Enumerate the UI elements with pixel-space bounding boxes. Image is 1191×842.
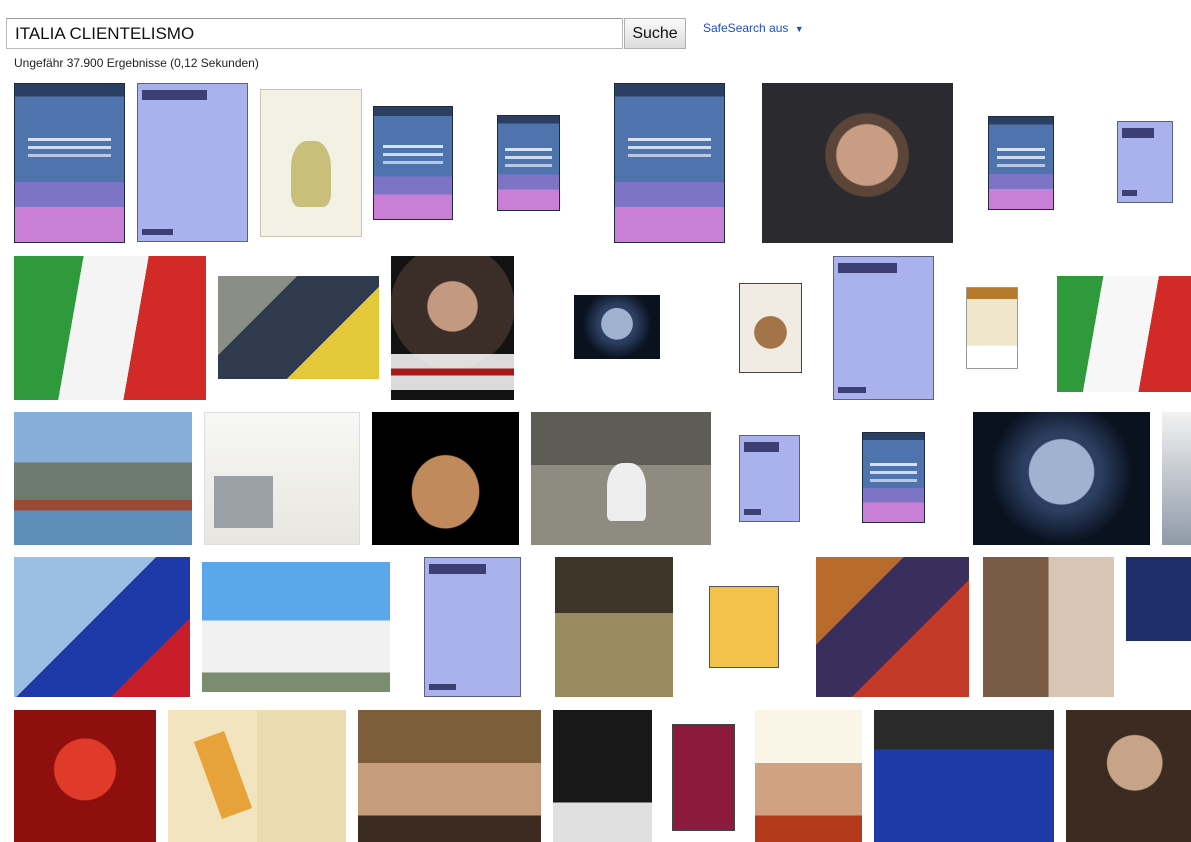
- image-result[interactable]: [202, 562, 390, 692]
- image-result[interactable]: [614, 83, 725, 243]
- image-result[interactable]: [709, 586, 779, 668]
- image-result[interactable]: [973, 412, 1150, 545]
- image-result[interactable]: [391, 256, 514, 400]
- image-result[interactable]: [983, 557, 1114, 697]
- image-result[interactable]: [1117, 121, 1173, 203]
- image-result[interactable]: [672, 724, 735, 831]
- image-result[interactable]: [14, 256, 206, 400]
- result-stats: Ungefähr 37.900 Ergebnisse (0,12 Sekunde…: [14, 56, 259, 70]
- safesearch-toggle[interactable]: SafeSearch aus ▼: [703, 21, 804, 35]
- image-result[interactable]: [553, 710, 652, 842]
- image-result[interactable]: [168, 710, 346, 842]
- image-result[interactable]: [14, 412, 192, 545]
- chevron-down-icon: ▼: [794, 24, 804, 34]
- image-result[interactable]: [137, 83, 248, 242]
- image-result[interactable]: [1162, 412, 1191, 545]
- image-result[interactable]: [531, 412, 711, 545]
- image-result[interactable]: [204, 412, 360, 545]
- safesearch-label: SafeSearch aus: [703, 21, 789, 35]
- image-result[interactable]: [739, 283, 802, 373]
- image-result[interactable]: [1066, 710, 1191, 842]
- image-result[interactable]: [874, 710, 1054, 842]
- image-result[interactable]: [966, 287, 1018, 369]
- image-result[interactable]: [988, 116, 1054, 210]
- image-result[interactable]: [574, 295, 660, 359]
- image-result[interactable]: [739, 435, 800, 522]
- image-result[interactable]: [1057, 276, 1191, 392]
- image-result[interactable]: [260, 89, 362, 237]
- image-result[interactable]: [14, 83, 125, 243]
- image-result[interactable]: [358, 710, 541, 842]
- image-result[interactable]: [1126, 557, 1191, 697]
- image-result[interactable]: [14, 710, 156, 842]
- image-result[interactable]: [755, 710, 862, 842]
- image-result[interactable]: [14, 557, 190, 697]
- image-result[interactable]: [862, 432, 925, 523]
- search-button[interactable]: Suche: [624, 18, 686, 49]
- image-result[interactable]: [816, 557, 969, 697]
- image-result[interactable]: [218, 276, 379, 379]
- image-result[interactable]: [372, 412, 519, 545]
- image-result[interactable]: [555, 557, 673, 697]
- search-input[interactable]: [6, 18, 623, 49]
- image-result[interactable]: [373, 106, 453, 220]
- image-result[interactable]: [497, 115, 560, 211]
- image-result[interactable]: [762, 83, 953, 243]
- image-result[interactable]: [833, 256, 934, 400]
- image-result[interactable]: [424, 557, 521, 697]
